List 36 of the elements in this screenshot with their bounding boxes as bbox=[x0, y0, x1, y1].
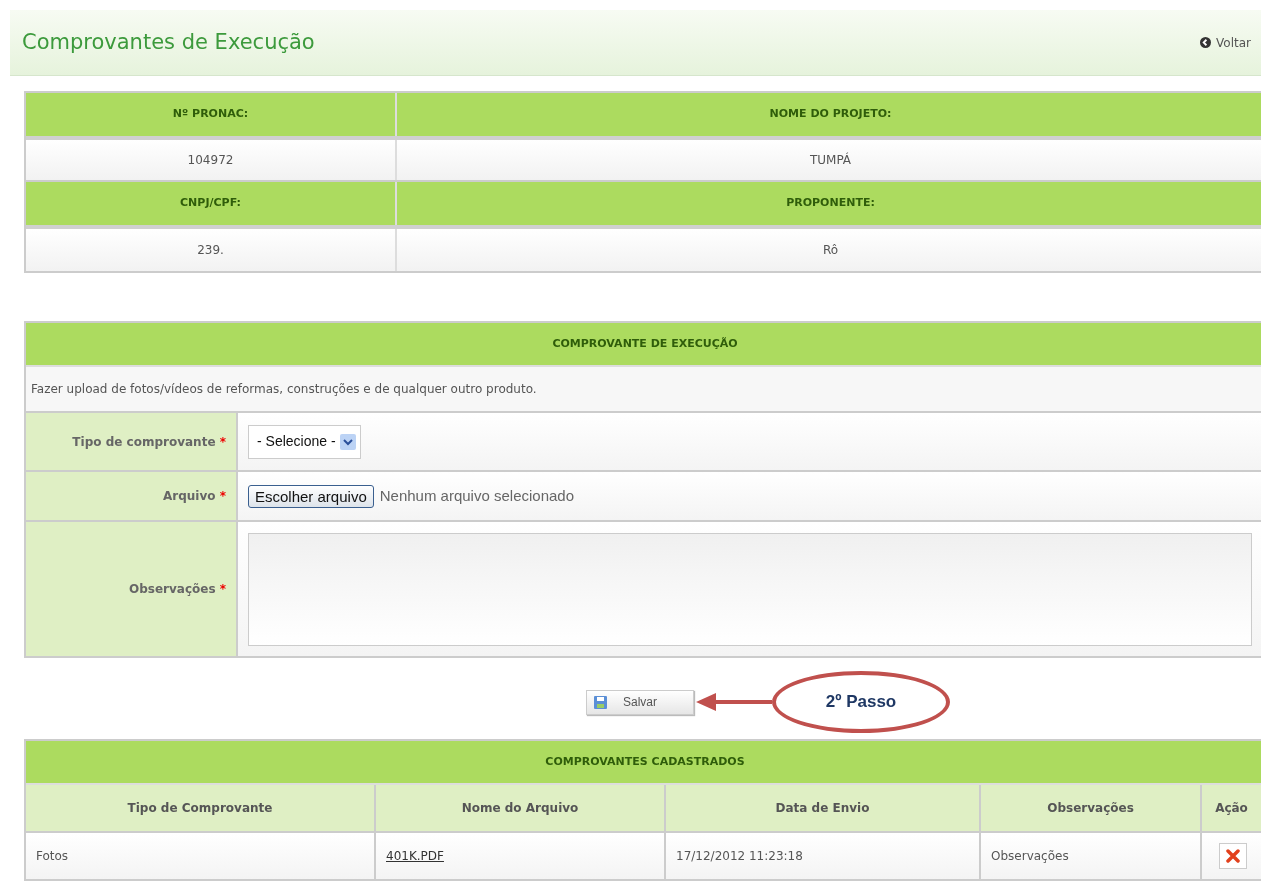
file-status: Nenhum arquivo selecionado bbox=[379, 485, 575, 506]
field-label: Tipo de comprovante * bbox=[26, 413, 238, 470]
step-callout: 2º Passo bbox=[772, 671, 950, 733]
table-header-cell-text: NOME DO PROJETO: bbox=[768, 106, 893, 123]
table-header-cell: CNPJ/CPF: bbox=[26, 182, 397, 225]
table-cell: Observações bbox=[981, 833, 1202, 879]
column-header: Nome do Arquivo bbox=[376, 785, 666, 831]
file-link[interactable]: 401K.PDF bbox=[386, 847, 444, 865]
observations-field[interactable] bbox=[248, 532, 1252, 646]
table-cell: 104972 bbox=[26, 140, 397, 180]
dropdown-icon bbox=[339, 433, 356, 450]
table-cell: Fotos bbox=[26, 833, 376, 879]
back-link[interactable]: Voltar bbox=[1200, 33, 1251, 52]
column-header: Ação bbox=[1202, 785, 1261, 831]
table-cell: 239. bbox=[26, 229, 397, 271]
delete-button[interactable] bbox=[1218, 843, 1247, 869]
section-header: COMPROVANTE DE EXECUÇÃO bbox=[26, 323, 1261, 367]
back-icon bbox=[1200, 37, 1212, 48]
column-header: Data de Envio bbox=[666, 785, 981, 831]
table-cell-text: Rô bbox=[821, 242, 840, 259]
field-label: Arquivo * bbox=[26, 472, 238, 520]
section-description: Fazer upload de fotos/vídeos de reformas, construções e de qualquer outro produto. bbox=[26, 367, 1261, 413]
field-label: Observações * bbox=[26, 522, 238, 656]
close-icon bbox=[1225, 849, 1240, 863]
table-cell-text: TUMPÁ bbox=[808, 151, 853, 169]
table-header-cell: Nº PRONAC: bbox=[26, 93, 397, 136]
choose-file-button[interactable]: Escolher arquivo bbox=[248, 484, 374, 508]
table-cell: 17/12/2012 11:23:18 bbox=[666, 833, 981, 879]
table-header-cell-text: PROPONENTE: bbox=[785, 195, 876, 212]
save-button[interactable]: Salvar bbox=[586, 689, 694, 715]
page-title: Comprovantes de Execução bbox=[22, 28, 315, 56]
type-select[interactable]: - Selecione - bbox=[248, 424, 361, 459]
save-icon bbox=[594, 695, 607, 709]
column-header: Observações bbox=[981, 785, 1202, 831]
section-header: COMPROVANTES CADASTRADOS bbox=[26, 741, 1261, 785]
column-header: Tipo de Comprovante bbox=[26, 785, 376, 831]
